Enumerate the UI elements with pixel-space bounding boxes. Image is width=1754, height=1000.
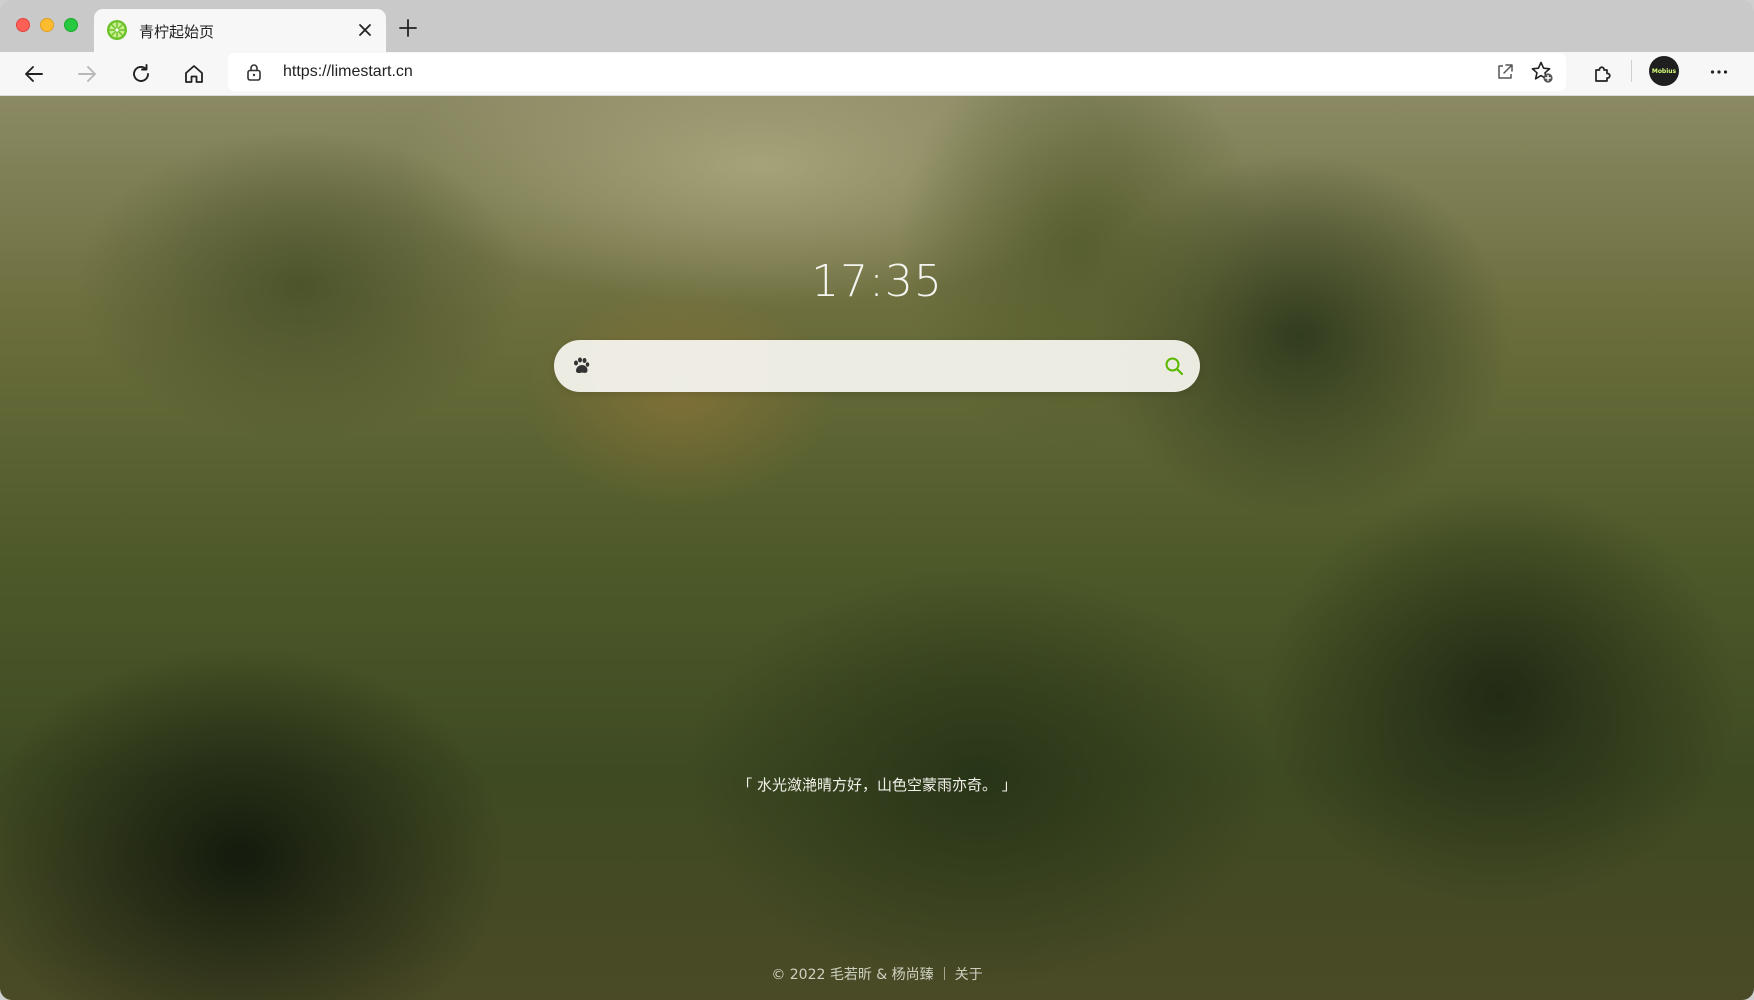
window-zoom-button[interactable] (64, 18, 78, 32)
home-icon (185, 65, 203, 83)
new-tab-button[interactable] (394, 14, 422, 42)
reload-icon (133, 64, 149, 82)
close-icon[interactable] (354, 19, 376, 41)
add-favorite-icon[interactable] (1530, 60, 1554, 84)
tab-limestart[interactable]: 青柠起始页 (94, 9, 386, 52)
start-page: 17:35 「 水光潋滟晴方好，山色空蒙雨亦奇。 」 © 2022 毛若昕 & … (0, 96, 1754, 1000)
poem-quote: 「 水光潋滟晴方好，山色空蒙雨亦奇。 」 (737, 776, 1017, 794)
lime-icon (106, 19, 128, 41)
extensions-button[interactable] (1586, 58, 1618, 90)
lock-icon[interactable] (244, 62, 264, 82)
tab-title: 青柠起始页 (139, 23, 215, 41)
clock: 17:35 (811, 256, 943, 307)
forward-button[interactable] (71, 58, 103, 90)
copyright-text: © 2022 毛若昕 & 杨尚臻 (771, 967, 934, 983)
about-link[interactable]: 关于 (955, 967, 983, 983)
back-button[interactable] (18, 58, 50, 90)
reload-button[interactable] (125, 58, 157, 90)
profile-avatar[interactable]: Mobius (1649, 56, 1679, 86)
tab-bar: 青柠起始页 (0, 0, 1754, 52)
more-icon (1710, 70, 1728, 74)
browser-window: 青柠起始页 https://limestart.cn Mobius 17:35 … (0, 0, 1754, 1000)
window-minimize-button[interactable] (40, 18, 54, 32)
search-box[interactable] (554, 340, 1200, 392)
share-icon[interactable] (1494, 61, 1516, 83)
search-input[interactable] (606, 350, 1126, 382)
home-button[interactable] (178, 58, 210, 90)
puzzle-icon (1595, 66, 1611, 82)
footer: © 2022 毛若昕 & 杨尚臻 关于 (0, 964, 1754, 984)
profile-label: Mobius (1651, 67, 1677, 75)
plus-icon (399, 19, 417, 37)
search-icon[interactable] (1162, 354, 1186, 378)
more-menu-button[interactable] (1703, 56, 1735, 88)
toolbar: https://limestart.cn (0, 52, 1754, 96)
back-arrow-icon (25, 66, 43, 82)
url-text[interactable]: https://limestart.cn (283, 63, 413, 81)
window-close-button[interactable] (16, 18, 30, 32)
forward-arrow-icon (78, 66, 96, 82)
address-bar[interactable]: https://limestart.cn (228, 53, 1566, 91)
toolbar-divider (1631, 60, 1632, 82)
paw-icon[interactable] (570, 355, 592, 377)
footer-divider (943, 967, 945, 980)
